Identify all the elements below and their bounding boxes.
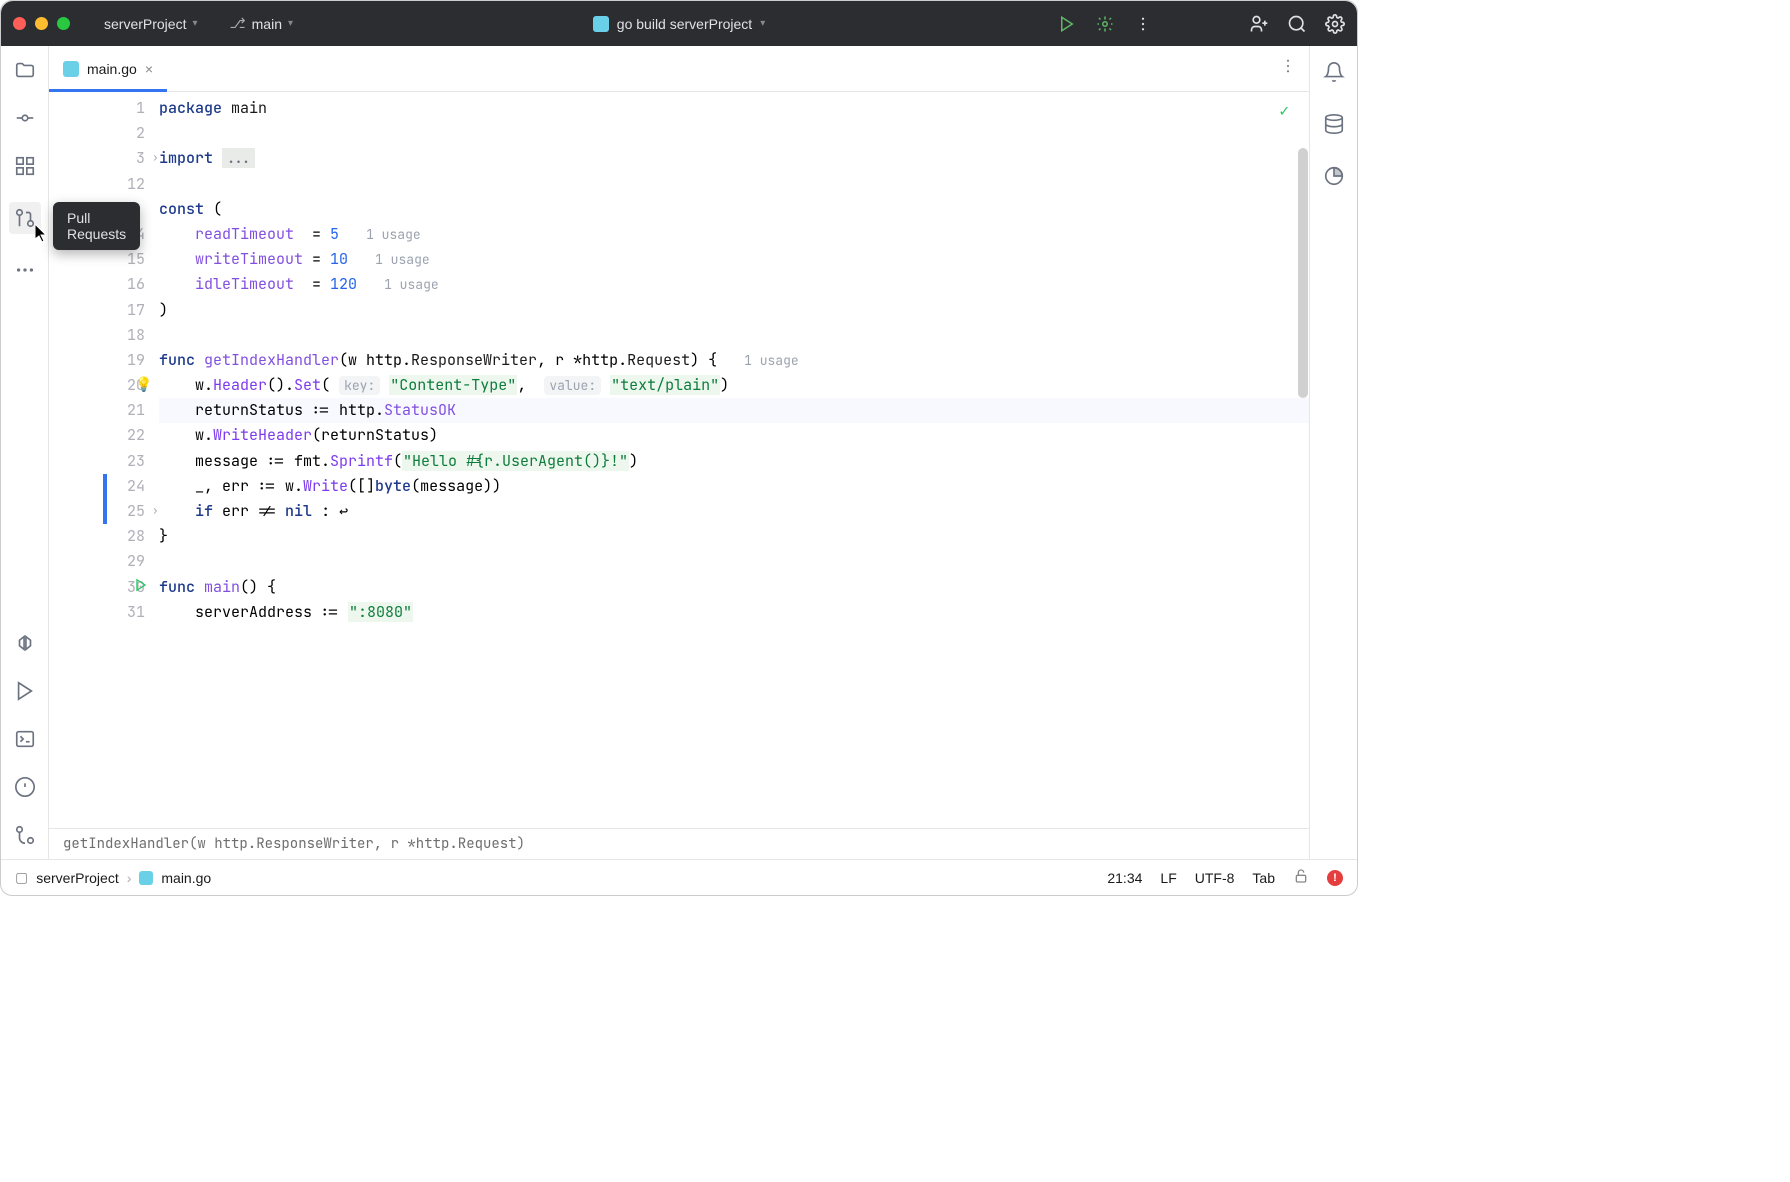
run-tool-button[interactable] (13, 679, 37, 703)
vcs-change-marker[interactable] (103, 499, 107, 524)
breadcrumb-text: getIndexHandler(w http.ResponseWriter, r… (63, 835, 525, 853)
close-tab-button[interactable]: × (145, 61, 153, 77)
tooltip-text: Pull Requests (67, 210, 126, 242)
debug-button[interactable] (1095, 14, 1115, 34)
close-window-button[interactable] (13, 17, 26, 30)
status-crumb-project: serverProject (36, 870, 118, 886)
status-crumb-file: main.go (161, 870, 211, 886)
right-tool-rail (1309, 46, 1357, 859)
coverage-tool-button[interactable] (1322, 164, 1346, 188)
readonly-toggle-icon[interactable] (1293, 868, 1309, 887)
mouse-cursor (35, 224, 49, 244)
scrollbar-thumb[interactable] (1298, 148, 1308, 398)
titlebar: serverProject ▾ ⎇ main ▾ go build server… (1, 1, 1357, 46)
go-icon (593, 16, 609, 32)
project-selector[interactable]: serverProject ▾ (96, 12, 206, 36)
chevron-down-icon: ▾ (192, 18, 197, 29)
tooltip: Pull Requests (53, 202, 140, 250)
branch-name: main (252, 16, 282, 32)
cursor-position[interactable]: 21:34 (1107, 870, 1142, 886)
intention-bulb-icon[interactable]: 💡 (135, 373, 152, 398)
chevron-right-icon: › (127, 870, 132, 886)
commit-tool-button[interactable] (13, 106, 37, 130)
terminal-tool-button[interactable] (13, 727, 37, 751)
scrollbar-track[interactable] (1295, 138, 1309, 828)
project-tool-button[interactable] (13, 58, 37, 82)
vcs-change-marker[interactable] (103, 474, 107, 499)
services-tool-button[interactable] (13, 631, 37, 655)
branch-selector[interactable]: ⎇ main ▾ (222, 11, 302, 36)
vcs-tool-button[interactable] (13, 823, 37, 847)
zoom-window-button[interactable] (57, 17, 70, 30)
editor-tabs: main.go × (49, 46, 1309, 92)
branch-icon: ⎇ (230, 15, 246, 32)
code-content[interactable]: package mainimport ...const ( readTimeou… (159, 92, 1309, 828)
left-tool-rail: Pull Requests (1, 46, 49, 859)
editor-breadcrumb[interactable]: getIndexHandler(w http.ResponseWriter, r… (49, 828, 1309, 859)
file-encoding[interactable]: UTF-8 (1195, 870, 1235, 886)
tabs-menu-button[interactable] (1279, 57, 1297, 80)
problems-tool-button[interactable] (13, 775, 37, 799)
error-indicator[interactable]: ! (1327, 870, 1343, 886)
code-with-me-button[interactable] (1249, 14, 1269, 34)
editor-area: main.go × ✓ 123›121415161718192021222324… (49, 46, 1309, 859)
minimize-window-button[interactable] (35, 17, 48, 30)
more-tools-button[interactable] (13, 258, 37, 282)
window-controls (13, 17, 70, 30)
indent-setting[interactable]: Tab (1252, 870, 1275, 886)
run-config-name: go build serverProject (617, 16, 752, 32)
square-icon: ▢ (15, 869, 28, 886)
database-tool-button[interactable] (1322, 112, 1346, 136)
notifications-button[interactable] (1322, 60, 1346, 84)
code-editor[interactable]: ✓ 123›12141516171819202122232425›2829303… (49, 92, 1309, 828)
editor-tab[interactable]: main.go × (49, 46, 167, 91)
status-bar: ▢ serverProject › main.go 21:34 LF UTF-8… (1, 859, 1357, 895)
fold-icon[interactable]: › (152, 499, 159, 524)
line-separator[interactable]: LF (1160, 870, 1176, 886)
go-file-icon (139, 871, 153, 885)
run-config-selector[interactable]: go build serverProject ▾ (583, 12, 775, 36)
status-breadcrumbs[interactable]: ▢ serverProject › main.go (15, 869, 211, 886)
gutter-run-icon[interactable] (134, 575, 148, 600)
project-name: serverProject (104, 16, 186, 32)
settings-button[interactable] (1325, 14, 1345, 34)
go-file-icon (63, 61, 79, 77)
more-actions-button[interactable] (1133, 14, 1153, 34)
search-button[interactable] (1287, 14, 1307, 34)
chevron-down-icon: ▾ (760, 18, 765, 29)
tab-filename: main.go (87, 61, 137, 77)
structure-tool-button[interactable] (13, 154, 37, 178)
chevron-down-icon: ▾ (288, 18, 293, 29)
run-button[interactable] (1057, 14, 1077, 34)
fold-icon[interactable]: › (152, 146, 159, 171)
